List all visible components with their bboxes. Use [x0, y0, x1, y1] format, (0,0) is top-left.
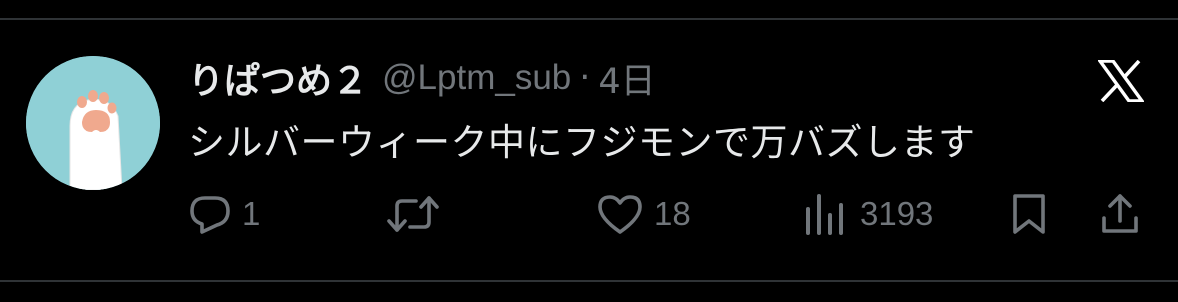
paw-avatar-image [26, 56, 160, 190]
share-icon [1102, 194, 1138, 233]
header-separator: · [579, 58, 591, 98]
like-count: 18 [654, 195, 691, 232]
views-count: 3193 [860, 195, 934, 232]
views-button[interactable]: 3193 [802, 192, 933, 236]
views-bar-icon [806, 194, 843, 235]
tweet-header: りぱつめ２ @Lptm_sub · 4日 [188, 54, 656, 102]
display-name[interactable]: りぱつめ２ [188, 52, 368, 104]
retweet-icon [387, 196, 439, 232]
top-divider [0, 18, 1178, 20]
reply-button[interactable]: 1 [188, 192, 260, 236]
tweet-timestamp[interactable]: 4日 [598, 53, 655, 104]
retweet-button[interactable] [386, 192, 450, 236]
bookmark-button[interactable] [1010, 192, 1048, 236]
tweet-text: シルバーウィーク中にフジモンで万バズします [188, 121, 976, 164]
like-button[interactable]: 18 [596, 192, 691, 236]
reply-icon [190, 196, 230, 234]
avatar[interactable] [26, 56, 160, 190]
reply-count: 1 [242, 195, 261, 232]
heart-icon [598, 195, 642, 234]
x-logo-icon[interactable] [1096, 59, 1146, 103]
bookmark-icon [1013, 194, 1045, 234]
user-handle[interactable]: @Lptm_sub [382, 58, 571, 98]
bottom-divider [0, 280, 1178, 282]
share-button[interactable] [1100, 192, 1140, 236]
